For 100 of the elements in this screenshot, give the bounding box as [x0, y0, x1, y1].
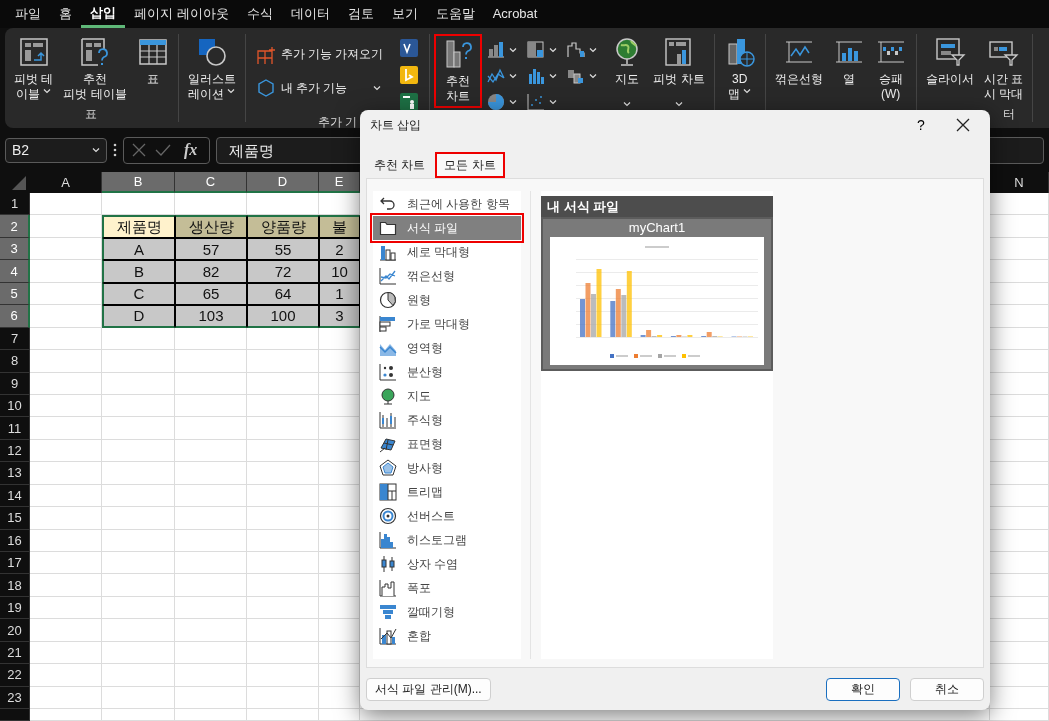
grid-cell[interactable]: [102, 417, 175, 440]
grid-cell[interactable]: [30, 574, 102, 597]
chart-type-item[interactable]: 영역형: [373, 336, 521, 360]
grid-cell[interactable]: [30, 417, 102, 440]
ribbon-button[interactable]: 일러스트 레이션: [182, 34, 241, 104]
grid-cell[interactable]: [102, 394, 175, 418]
menu-tab[interactable]: 페이지 레이아웃: [125, 0, 238, 28]
grid-cell[interactable]: [319, 439, 360, 463]
menu-tab[interactable]: 데이터: [281, 0, 339, 28]
grid-cell[interactable]: [102, 462, 175, 485]
row-header[interactable]: [0, 709, 30, 721]
grid-cell[interactable]: [30, 686, 102, 710]
grid-cell[interactable]: [102, 327, 175, 351]
grid-cell[interactable]: [30, 709, 102, 721]
grid-cell[interactable]: [102, 596, 175, 620]
ribbon-button[interactable]: 승패 (W): [869, 34, 912, 104]
grid-cell[interactable]: [990, 507, 1049, 530]
grid-cell[interactable]: [990, 417, 1049, 440]
grid-cell[interactable]: [990, 574, 1049, 597]
menu-tab[interactable]: 수식: [237, 0, 282, 28]
grid-cell[interactable]: [247, 574, 319, 597]
grid-cell[interactable]: [30, 237, 102, 261]
app-tile-icon[interactable]: [399, 38, 420, 58]
grid-cell[interactable]: [247, 641, 319, 665]
chart-type-item[interactable]: 히스토그램: [373, 528, 521, 552]
grid-cell[interactable]: [102, 664, 175, 687]
chart-type-item[interactable]: 원형: [373, 288, 521, 312]
grid-cell[interactable]: [30, 439, 102, 463]
chart-type-item[interactable]: 꺾은선형: [373, 264, 521, 288]
column-header[interactable]: D: [247, 172, 319, 193]
cancel-icon[interactable]: [130, 141, 148, 159]
grid-cell[interactable]: [319, 529, 360, 552]
chart-type-item[interactable]: 가로 막대형: [373, 312, 521, 336]
dialog-tab[interactable]: 추천 차트: [366, 152, 434, 178]
grid-cell[interactable]: [30, 619, 102, 642]
grid-cell[interactable]: [175, 596, 247, 620]
ribbon-button[interactable]: 지도: [606, 34, 649, 113]
grid-cell[interactable]: [102, 439, 175, 463]
grid-cell[interactable]: [102, 552, 175, 575]
grid-cell[interactable]: [175, 439, 247, 463]
grid-cell[interactable]: [30, 372, 102, 395]
grid-cell[interactable]: [319, 619, 360, 642]
grid-cell[interactable]: [319, 372, 360, 395]
column-header[interactable]: C: [175, 172, 247, 193]
grid-cell[interactable]: [247, 596, 319, 620]
grid-cell[interactable]: [247, 619, 319, 642]
row-header[interactable]: 13: [0, 462, 30, 485]
grid-cell[interactable]: [175, 709, 247, 721]
grid-cell[interactable]: [990, 641, 1049, 665]
grid-cell[interactable]: [319, 596, 360, 620]
grid-cell[interactable]: [30, 282, 102, 306]
row-header[interactable]: 14: [0, 484, 30, 508]
row-header[interactable]: 17: [0, 552, 30, 575]
app-tile-icon[interactable]: [399, 92, 420, 112]
row-header[interactable]: 4: [0, 260, 30, 283]
chart-type-item[interactable]: 서식 파일: [373, 216, 521, 240]
grid-cell[interactable]: [247, 394, 319, 418]
chart-type-item[interactable]: 지도: [373, 384, 521, 408]
grid-cell[interactable]: [990, 619, 1049, 642]
chart-type-item[interactable]: 최근에 사용한 항목: [373, 192, 521, 216]
grid-cell[interactable]: [319, 327, 360, 351]
grid-cell[interactable]: [102, 529, 175, 552]
template-tile[interactable]: myChart1: [541, 217, 773, 371]
grid-cell[interactable]: [102, 574, 175, 597]
grid-cell[interactable]: [990, 215, 1049, 238]
row-header[interactable]: 19: [0, 596, 30, 620]
grid-cell[interactable]: [247, 193, 319, 216]
row-header[interactable]: 6: [0, 305, 30, 328]
grid-cell[interactable]: [30, 260, 102, 283]
grid-cell[interactable]: [30, 529, 102, 552]
grid-cell[interactable]: [30, 327, 102, 351]
ribbon-button[interactable]: 슬라이서: [920, 34, 979, 89]
ribbon-button[interactable]: 시간 표 시 막대: [978, 34, 1029, 104]
column-header[interactable]: E: [319, 172, 360, 193]
grid-cell[interactable]: [175, 552, 247, 575]
grid-cell[interactable]: [102, 709, 175, 721]
grid-cell[interactable]: [990, 686, 1049, 710]
ribbon-button[interactable]: 추가 기능 가져오기: [253, 42, 386, 66]
grid-cell[interactable]: [175, 417, 247, 440]
row-header[interactable]: 15: [0, 507, 30, 530]
grid-cell[interactable]: [319, 552, 360, 575]
ribbon-button[interactable]: 피벗 차트: [648, 34, 710, 113]
grid-cell[interactable]: [247, 664, 319, 687]
grid-cell[interactable]: [247, 462, 319, 485]
row-header[interactable]: 2: [0, 215, 30, 238]
chart-type-item[interactable]: 상자 수염: [373, 552, 521, 576]
grid-cell[interactable]: [319, 394, 360, 418]
grid-cell[interactable]: [247, 709, 319, 721]
chart-type-item[interactable]: 선버스트: [373, 504, 521, 528]
grid-cell[interactable]: [102, 193, 175, 216]
grid-cell[interactable]: [990, 596, 1049, 620]
row-header[interactable]: 5: [0, 282, 30, 306]
grid-cell[interactable]: [990, 394, 1049, 418]
column-header[interactable]: B: [102, 172, 175, 193]
grid-cell[interactable]: [319, 507, 360, 530]
grid-cell[interactable]: [319, 462, 360, 485]
chart-type-item[interactable]: 세로 막대형: [373, 240, 521, 264]
grid-cell[interactable]: [247, 507, 319, 530]
grid-cell[interactable]: [30, 507, 102, 530]
ribbon-button[interactable]: 3D 맵: [718, 34, 761, 104]
